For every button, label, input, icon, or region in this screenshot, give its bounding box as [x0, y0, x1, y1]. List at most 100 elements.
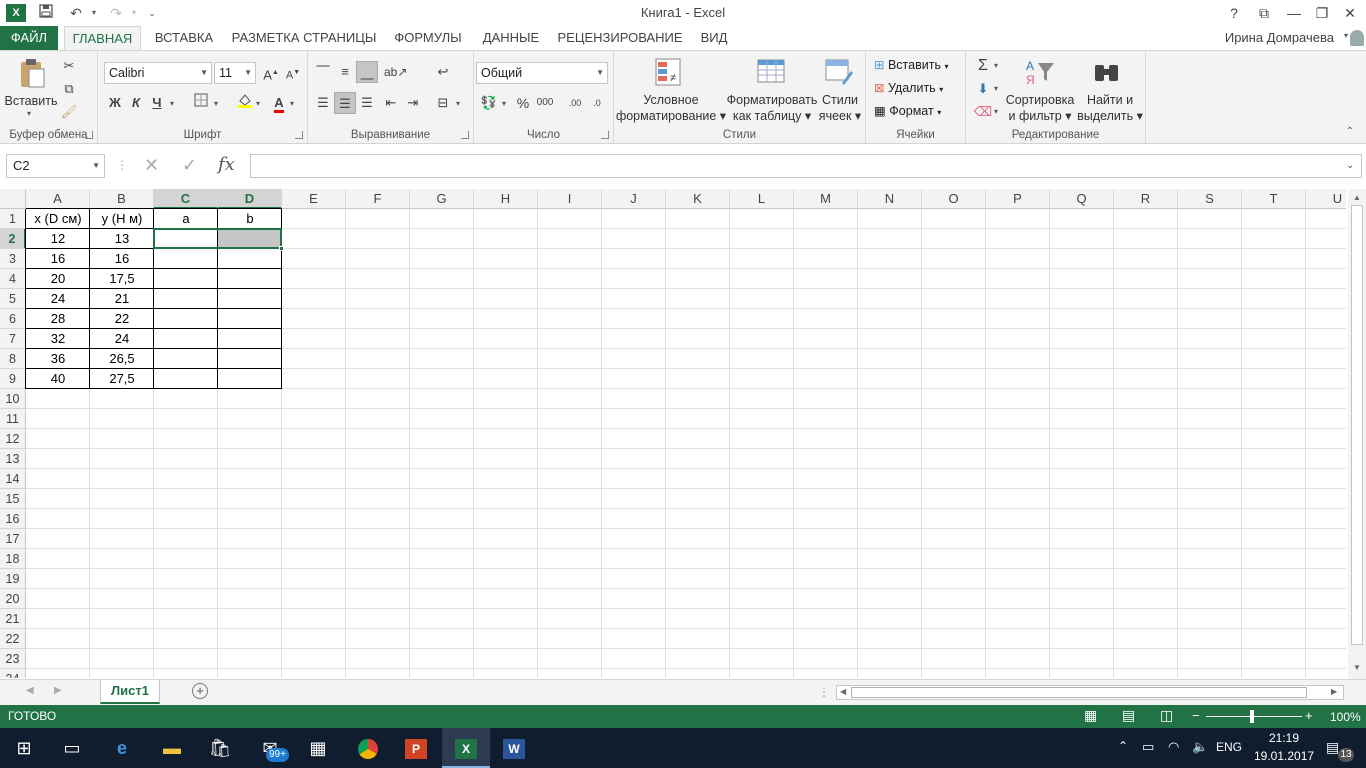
decrease-decimal-icon[interactable]: .0 — [586, 92, 608, 114]
y-value-cell[interactable]: 13 — [90, 229, 154, 249]
sheet-tab[interactable]: Лист1 — [100, 680, 160, 704]
x-value-cell[interactable]: 16 — [26, 249, 90, 269]
row-header[interactable]: 1 — [0, 209, 26, 229]
copy-icon[interactable]: ⧉ — [58, 78, 80, 100]
tab-file[interactable]: ФАЙЛ — [0, 26, 58, 50]
row-header[interactable]: 4 — [0, 269, 26, 289]
zoom-in-icon[interactable]: + — [1305, 708, 1313, 723]
clear-icon[interactable]: ⌫ — [972, 101, 994, 123]
column-header[interactable]: H — [474, 189, 538, 209]
increase-decimal-icon[interactable]: .00 — [564, 92, 586, 114]
column-header[interactable]: M — [794, 189, 858, 209]
column-header[interactable]: I — [538, 189, 602, 209]
column-header[interactable]: C — [154, 189, 218, 209]
x-value-cell[interactable]: 36 — [26, 349, 90, 369]
edge-icon[interactable]: e — [98, 728, 146, 768]
tab-view[interactable]: ВИД — [694, 26, 734, 50]
x-value-cell[interactable]: 24 — [26, 289, 90, 309]
name-box[interactable]: C2 ▼ — [6, 154, 105, 178]
x-value-cell[interactable]: 40 — [26, 369, 90, 389]
table-header-cell[interactable]: b — [218, 209, 282, 229]
y-value-cell[interactable]: 16 — [90, 249, 154, 269]
scroll-right-icon[interactable]: ▶ — [1331, 687, 1337, 696]
row-header[interactable]: 20 — [0, 589, 26, 609]
column-header[interactable]: G — [410, 189, 474, 209]
user-name[interactable]: Ирина Домрачева — [1225, 26, 1334, 50]
bold-button[interactable]: Ж — [104, 92, 126, 114]
underline-button[interactable]: Ч — [146, 92, 168, 114]
horizontal-scroll-thumb[interactable] — [851, 687, 1307, 698]
expand-formula-bar-icon[interactable]: ⌄ — [1346, 160, 1354, 171]
delete-cells-button[interactable]: ⊠ Удалить ▾ — [874, 80, 943, 98]
format-as-table-icon[interactable] — [756, 57, 788, 87]
font-color-dropdown-icon[interactable]: ▾ — [290, 99, 294, 108]
increase-indent-icon[interactable]: ⇥ — [402, 92, 424, 114]
decrease-font-size-icon[interactable]: A▼ — [282, 62, 304, 84]
tab-data[interactable]: ДАННЫЕ — [476, 26, 546, 50]
formula-input[interactable] — [250, 154, 1362, 178]
column-header[interactable]: K — [666, 189, 730, 209]
autosum-icon[interactable]: Σ — [972, 55, 994, 77]
insert-function-button[interactable]: fx — [218, 154, 235, 175]
row-header[interactable]: 21 — [0, 609, 26, 629]
increase-font-size-icon[interactable]: A▲ — [260, 62, 282, 84]
italic-button[interactable]: К — [125, 92, 147, 114]
tab-page-layout[interactable]: РАЗМЕТКА СТРАНИЦЫ — [228, 26, 380, 50]
y-value-cell[interactable]: 27,5 — [90, 369, 154, 389]
avatar[interactable] — [1350, 30, 1364, 46]
cell-styles-icon[interactable] — [824, 57, 854, 87]
clock-date[interactable]: 19.01.2017 — [1254, 749, 1314, 763]
font-name-select[interactable]: Calibri ▼ — [104, 62, 212, 84]
autosum-dropdown-icon[interactable]: ▾ — [994, 61, 998, 70]
column-header[interactable]: P — [986, 189, 1050, 209]
x-value-cell[interactable]: 32 — [26, 329, 90, 349]
underline-dropdown-icon[interactable]: ▾ — [170, 99, 174, 108]
zoom-level[interactable]: 100% — [1330, 710, 1361, 724]
y-value-cell[interactable]: 17,5 — [90, 269, 154, 289]
column-header[interactable]: E — [282, 189, 346, 209]
number-launcher-icon[interactable] — [601, 131, 609, 139]
font-color-icon[interactable]: A — [268, 92, 290, 114]
conditional-formatting-icon[interactable]: ≠ — [654, 57, 686, 87]
table-header-cell[interactable]: a — [154, 209, 218, 229]
row-header[interactable]: 11 — [0, 409, 26, 429]
alignment-launcher-icon[interactable] — [461, 131, 469, 139]
language-indicator[interactable]: ENG — [1216, 740, 1242, 754]
close-button[interactable]: ✕ — [1336, 2, 1364, 24]
row-header[interactable]: 23 — [0, 649, 26, 669]
merge-center-icon[interactable]: ⊟ — [432, 92, 454, 114]
column-header[interactable]: B — [90, 189, 154, 209]
column-header[interactable]: J — [602, 189, 666, 209]
row-header[interactable]: 10 — [0, 389, 26, 409]
column-header[interactable]: U — [1306, 189, 1346, 209]
row-header[interactable]: 15 — [0, 489, 26, 509]
sort-filter-icon[interactable]: AЯ — [1024, 57, 1056, 87]
x-value-cell[interactable]: 28 — [26, 309, 90, 329]
previous-sheet-icon[interactable]: ◀ — [26, 685, 34, 696]
next-sheet-icon[interactable]: ▶ — [54, 685, 62, 696]
borders-icon[interactable] — [190, 92, 212, 114]
volume-icon[interactable]: 🔈 — [1192, 739, 1208, 755]
column-header[interactable]: O — [922, 189, 986, 209]
scroll-down-icon[interactable]: ▼ — [1353, 663, 1361, 672]
percent-button[interactable]: % — [512, 92, 534, 114]
column-header[interactable]: D — [218, 189, 282, 209]
tab-formulas[interactable]: ФОРМУЛЫ — [388, 26, 468, 50]
clear-dropdown-icon[interactable]: ▾ — [994, 107, 998, 116]
network-icon[interactable]: ◠ — [1168, 739, 1179, 755]
row-header[interactable]: 7 — [0, 329, 26, 349]
paste-dropdown-icon[interactable]: ▾ — [27, 109, 31, 118]
ribbon-display-options-button[interactable]: ⧉ — [1250, 2, 1278, 24]
file-explorer-icon[interactable]: ▬ — [148, 728, 196, 768]
scroll-up-icon[interactable]: ▲ — [1353, 193, 1361, 202]
tab-review[interactable]: РЕЦЕНЗИРОВАНИЕ — [554, 26, 686, 50]
format-as-table-button[interactable]: Форматировать как таблицу ▾ — [724, 92, 820, 124]
paste-icon[interactable] — [18, 57, 46, 89]
store-icon[interactable]: 🛍 — [196, 728, 244, 768]
new-sheet-icon[interactable]: + — [192, 683, 208, 699]
column-header[interactable]: F — [346, 189, 410, 209]
align-right-icon[interactable]: ☰ — [356, 92, 378, 114]
zoom-slider[interactable] — [1206, 716, 1302, 717]
merge-dropdown-icon[interactable]: ▾ — [456, 99, 460, 108]
scroll-left-icon[interactable]: ◀ — [840, 687, 846, 696]
